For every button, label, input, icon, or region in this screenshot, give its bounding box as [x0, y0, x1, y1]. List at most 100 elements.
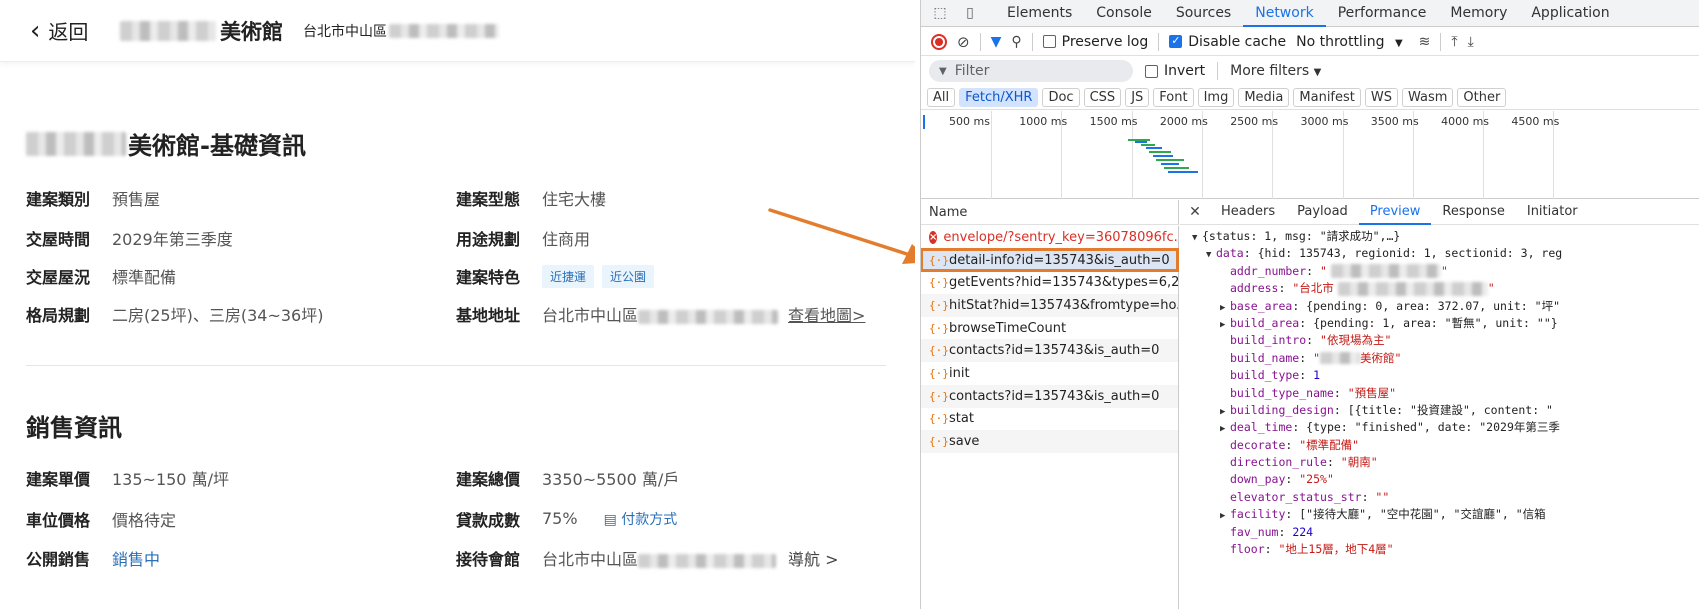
type-filter-all[interactable]: All	[927, 88, 956, 107]
info-value: 3350~5500 萬/戶	[542, 466, 679, 490]
preview-line[interactable]: ▶ facility: ["接待大廳", "空中花園", "交誼廳", "信箱	[1180, 506, 1699, 523]
detail-tab-initiator[interactable]: Initiator	[1516, 200, 1589, 225]
inspect-icon[interactable]: ⬚	[929, 2, 951, 24]
feature-tag: 近捷運	[542, 264, 595, 288]
search-icon[interactable]: ⚲	[1011, 34, 1021, 50]
json-colon: :	[1292, 420, 1307, 435]
timeline-label: 4500 ms	[1511, 115, 1560, 128]
info-row: 建案總價 3350~5500 萬/戶	[456, 466, 679, 490]
request-row[interactable]: {·} init	[921, 362, 1178, 385]
type-filter-manifest[interactable]: Manifest	[1293, 88, 1361, 107]
fetch-icon: {·}	[929, 253, 949, 267]
preview-line[interactable]: ▶ deal_time: {type: "finished", date: "20…	[1180, 419, 1699, 436]
info-key: 建案總價	[456, 470, 521, 489]
navigate-link[interactable]: 導航 >	[788, 550, 839, 569]
disable-cache-checkbox[interactable]: Disable cache	[1169, 34, 1286, 50]
request-name: contacts?id=135743&is_auth=0	[949, 388, 1160, 404]
more-filters-label: More filters	[1230, 63, 1310, 79]
type-filter-media[interactable]: Media	[1238, 88, 1290, 107]
json-quote: "	[1487, 281, 1495, 296]
type-filter-ws[interactable]: WS	[1364, 88, 1398, 107]
blurred-address	[638, 553, 777, 568]
request-row[interactable]: {·} getEvents?hid=135743&types=6,2...	[921, 271, 1178, 294]
tab-sources[interactable]: Sources	[1164, 0, 1243, 27]
invert-checkbox[interactable]: Invert	[1145, 63, 1205, 79]
type-filter-doc[interactable]: Doc	[1042, 88, 1080, 107]
clear-icon[interactable]: ⊘	[957, 33, 970, 51]
preview-tree: ▼ {status: 1, msg: "請求成功",…} ▼ data: {hid: …	[1180, 228, 1699, 609]
detail-tab-preview[interactable]: Preview	[1358, 200, 1432, 225]
type-filter-wasm[interactable]: Wasm	[1401, 88, 1454, 107]
blurred-name	[120, 21, 216, 41]
throttling-value: No throttling	[1296, 33, 1385, 50]
detail-tab-response[interactable]: Response	[1431, 200, 1515, 225]
info-value-text: 標準配備	[112, 268, 177, 287]
more-filters-button[interactable]: More filters ▼	[1230, 63, 1321, 79]
filter-input[interactable]: ▼ Filter	[929, 60, 1133, 82]
info-key: 建案單價	[26, 470, 91, 489]
json-value: {pending: 0, area: 372.07, unit: "坪"	[1306, 298, 1560, 313]
tab-application[interactable]: Application	[1519, 0, 1621, 27]
export-icon[interactable]: ⤓	[1468, 34, 1474, 50]
preview-line[interactable]: ▼ {status: 1, msg: "請求成功",…}	[1180, 228, 1699, 245]
tab-memory[interactable]: Memory	[1438, 0, 1519, 27]
type-filter-img[interactable]: Img	[1197, 88, 1235, 107]
tab-performance[interactable]: Performance	[1326, 0, 1439, 27]
preview-line[interactable]: ▶ building_design: [{title: "投資建設", conte…	[1180, 402, 1699, 419]
request-row[interactable]: {·} contacts?id=135743&is_auth=0	[921, 339, 1178, 363]
view-map-link[interactable]: 查看地圖>	[788, 306, 865, 325]
import-icon[interactable]: ⤒	[1451, 34, 1457, 50]
request-row[interactable]: {·} detail-info?id=135743&is_auth=0	[921, 247, 1179, 273]
request-row[interactable]: {·} stat	[921, 408, 1178, 431]
type-filter-fetch-xhr[interactable]: Fetch/XHR	[959, 88, 1039, 107]
toolbar-separator	[979, 32, 981, 51]
detail-tab-payload[interactable]: Payload	[1286, 200, 1359, 225]
request-row[interactable]: {·} hitStat?hid=135743&fromtype=ho...	[921, 294, 1178, 317]
info-key: 格局規劃	[26, 306, 91, 325]
info-value-text: 住宅大樓	[542, 190, 607, 209]
json-key: floor	[1230, 542, 1265, 557]
blurred-address	[638, 309, 779, 324]
type-filter-other[interactable]: Other	[1457, 88, 1507, 107]
back-button[interactable]: ‹ 返回	[30, 16, 88, 45]
request-row[interactable]: {·} save	[921, 430, 1178, 453]
preview-line[interactable]: ▶ base_area: {pending: 0, area: 372.07, u…	[1180, 298, 1699, 315]
request-row[interactable]: {·} browseTimeCount	[921, 317, 1178, 340]
fetch-icon: {·}	[929, 389, 949, 403]
request-row[interactable]: {·} contacts?id=135743&is_auth=0	[921, 384, 1178, 408]
json-key: fav_num	[1230, 524, 1279, 539]
tab-console[interactable]: Console	[1084, 0, 1164, 27]
toolbar-separator	[1031, 32, 1033, 51]
throttling-select[interactable]: No throttling ▼	[1296, 34, 1403, 50]
timeline-label: 3000 ms	[1300, 115, 1349, 128]
timeline-start-marker	[923, 115, 925, 129]
preview-line[interactable]: ▶ build_area: {pending: 1, area: "暫無", un…	[1180, 315, 1699, 332]
preview-line[interactable]: ▼ data: {hid: 135743, regionid: 1, sectio…	[1180, 245, 1699, 262]
json-string: "朝南"	[1340, 455, 1378, 470]
wifi-settings-icon[interactable]: ≋	[1419, 34, 1431, 50]
type-filter-css[interactable]: CSS	[1083, 88, 1122, 107]
type-filter-font[interactable]: Font	[1153, 88, 1194, 107]
timeline-label: 1000 ms	[1019, 115, 1068, 128]
close-icon[interactable]: ✕	[1180, 204, 1210, 220]
detail-tab-headers[interactable]: Headers	[1210, 200, 1286, 225]
info-value-text: 2029年第三季度	[112, 230, 233, 249]
payment-method-link[interactable]: ▤ 付款方式	[604, 512, 678, 528]
device-toolbar-icon[interactable]: ▯	[959, 2, 981, 24]
request-row[interactable]: × envelope/?sentry_key=36078096fc...	[921, 226, 1178, 249]
json-key: build_type	[1230, 368, 1300, 383]
network-overview-timeline[interactable]: 500 ms 1000 ms 1500 ms 2000 ms 2500 ms 3000 m…	[921, 111, 1699, 199]
timeline-label: 3500 ms	[1370, 115, 1419, 128]
name-column-header[interactable]: Name	[921, 200, 1179, 225]
tab-elements[interactable]: Elements	[995, 0, 1084, 27]
record-icon[interactable]	[931, 33, 947, 50]
json-key: build_area	[1230, 315, 1300, 330]
preserve-log-checkbox[interactable]: Preserve log	[1042, 34, 1148, 50]
json-key: facility	[1230, 507, 1286, 522]
tab-network[interactable]: Network	[1243, 0, 1326, 27]
timeline-label: 500 ms	[949, 115, 990, 128]
filter-icon[interactable]: ▼	[991, 34, 1002, 50]
type-filter-js[interactable]: JS	[1125, 88, 1150, 107]
info-value-text: 台北市中山區	[542, 550, 639, 569]
json-key: address	[1230, 281, 1279, 296]
